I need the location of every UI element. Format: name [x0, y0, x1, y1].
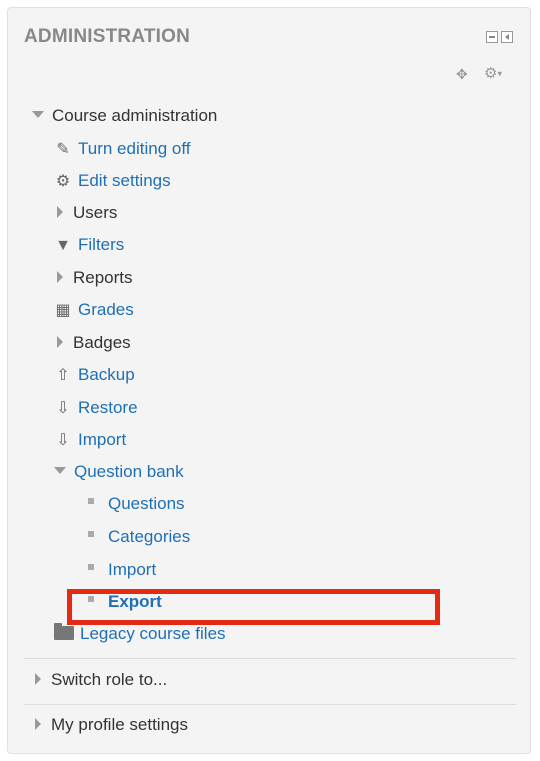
- filter-icon: ▼: [55, 237, 71, 254]
- pencil-icon: ✎: [56, 141, 70, 158]
- tree-item-label[interactable]: Turn editing off: [78, 139, 190, 158]
- tree-item-course-administration[interactable]: Course administration: [32, 104, 217, 128]
- tree-item-label[interactable]: Filters: [78, 235, 124, 254]
- download-icon: ⇩: [56, 432, 70, 449]
- folder-icon: [54, 622, 74, 640]
- tree-item-label: Badges: [73, 333, 131, 352]
- tree-item-my-profile-settings[interactable]: My profile settings: [32, 713, 188, 737]
- tree-item-label[interactable]: Restore: [78, 398, 138, 417]
- tree-item-backup[interactable]: ⇧ Backup: [54, 363, 135, 387]
- bullet-icon: [88, 530, 94, 537]
- table-icon: ▦: [55, 302, 71, 319]
- tree-item-qb-questions[interactable]: Questions: [86, 492, 185, 516]
- gear-icon: ⚙: [55, 173, 71, 190]
- tree-item-grades[interactable]: ▦ Grades: [54, 298, 134, 322]
- tree-item-qb-import[interactable]: Import: [86, 558, 156, 582]
- collapsed-arrow-icon: [57, 205, 63, 218]
- download-icon: ⇩: [56, 400, 70, 417]
- collapsed-arrow-icon: [35, 672, 41, 685]
- tree-item-label: Course administration: [52, 106, 218, 125]
- tree-item-users[interactable]: Users: [54, 201, 117, 225]
- block-title: ADMINISTRATION: [24, 26, 191, 47]
- tree-item-label[interactable]: Categories: [108, 527, 190, 546]
- move-icon[interactable]: ✥: [456, 66, 468, 83]
- tree-item-qb-categories[interactable]: Categories: [86, 525, 190, 549]
- gear-icon: ⚙: [484, 65, 498, 82]
- tree-item-switch-role[interactable]: Switch role to...: [32, 668, 167, 692]
- tree-item-restore[interactable]: ⇩ Restore: [54, 396, 138, 420]
- hide-icon[interactable]: [501, 31, 513, 43]
- divider: [24, 658, 516, 659]
- dock-icon[interactable]: [486, 31, 498, 43]
- collapsed-arrow-icon: [57, 335, 63, 348]
- tree-item-label: Users: [73, 203, 118, 222]
- tree-item-label[interactable]: Question bank: [74, 462, 184, 481]
- collapsed-arrow-icon: [35, 717, 41, 730]
- tree-item-edit-settings[interactable]: ⚙ Edit settings: [54, 169, 171, 193]
- tree-item-label[interactable]: Legacy course files: [80, 624, 226, 643]
- tree-item-question-bank[interactable]: Question bank: [54, 460, 184, 484]
- upload-icon: ⇧: [56, 367, 70, 384]
- tree-item-label[interactable]: Questions: [108, 494, 185, 513]
- expanded-arrow-icon: [54, 467, 66, 475]
- tree-item-label[interactable]: Import: [108, 560, 156, 579]
- tree-item-turn-editing-off[interactable]: ✎ Turn editing off: [54, 137, 190, 161]
- actions-menu-button[interactable]: ⚙▾: [484, 64, 502, 82]
- export-highlight-box: [67, 589, 440, 625]
- collapsed-arrow-icon: [57, 270, 63, 283]
- bullet-icon: [88, 497, 94, 504]
- tree-item-label: Switch role to...: [51, 670, 168, 689]
- tree-item-legacy-course-files[interactable]: Legacy course files: [54, 622, 226, 646]
- bullet-icon: [88, 563, 94, 570]
- tree-item-label[interactable]: Grades: [78, 300, 134, 319]
- tree-item-label: Reports: [73, 268, 133, 287]
- tree-item-label[interactable]: Import: [78, 430, 126, 449]
- tree-item-label[interactable]: Edit settings: [78, 171, 171, 190]
- tree-item-label[interactable]: Backup: [78, 365, 135, 384]
- divider: [24, 704, 516, 705]
- tree-item-label: My profile settings: [51, 715, 188, 734]
- tree-item-filters[interactable]: ▼ Filters: [54, 233, 124, 257]
- tree-item-import[interactable]: ⇩ Import: [54, 428, 126, 452]
- tree-item-reports[interactable]: Reports: [54, 266, 133, 290]
- caret-down-icon: ▾: [497, 68, 502, 79]
- expanded-arrow-icon: [32, 111, 44, 119]
- tree-item-badges[interactable]: Badges: [54, 331, 131, 355]
